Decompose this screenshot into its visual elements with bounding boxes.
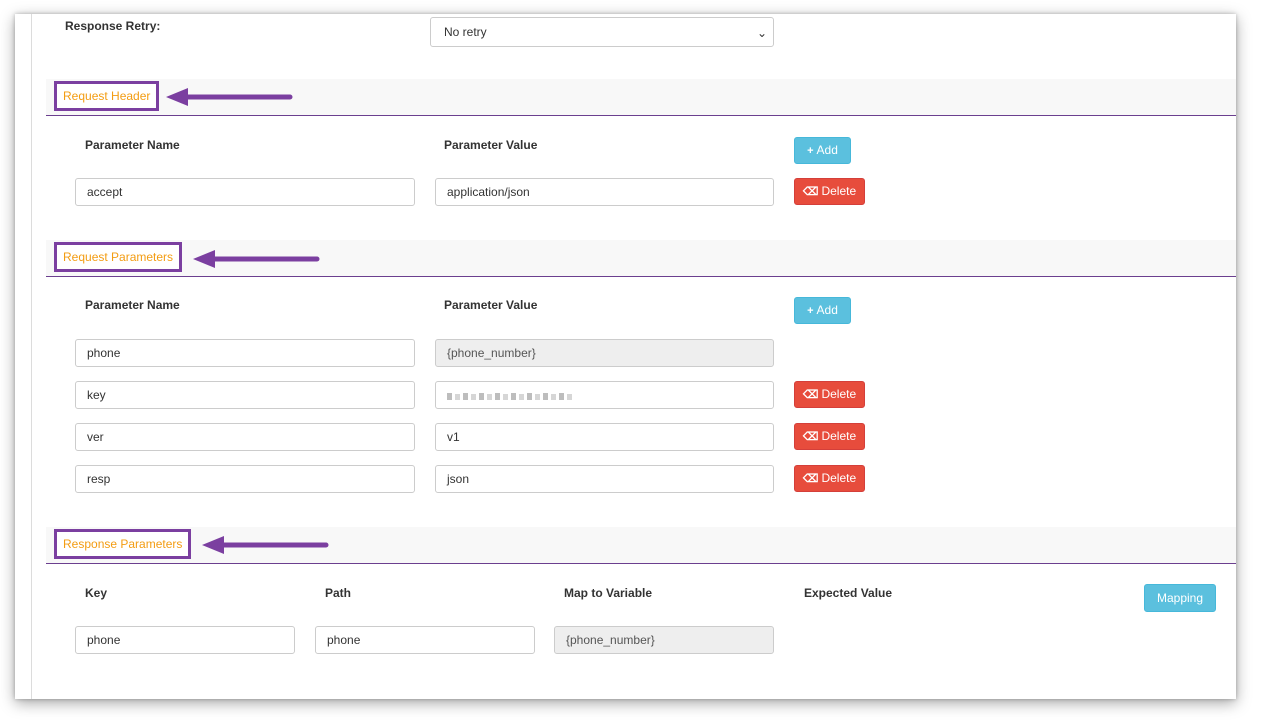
param-delete-button[interactable]: ⌫ Delete (794, 381, 865, 408)
left-border (31, 14, 32, 699)
chevron-down-icon: ⌄ (756, 26, 767, 40)
param-name-input[interactable]: ver (75, 423, 415, 451)
request-parameters-title: Request Parameters (54, 242, 183, 272)
params-col-name: Parameter Name (85, 298, 180, 312)
arrow-icon (166, 88, 293, 106)
response-parameters-title: Response Parameters (54, 529, 192, 559)
param-value-input[interactable] (435, 381, 774, 409)
param-delete-button[interactable]: ⌫ Delete (794, 465, 865, 492)
header-value-input[interactable]: application/json (435, 178, 774, 206)
response-key-input[interactable]: phone (75, 626, 295, 654)
param-name-input[interactable]: key (75, 381, 415, 409)
arrow-icon (193, 250, 320, 268)
header-col-name: Parameter Name (85, 138, 180, 152)
params-col-value: Parameter Value (444, 298, 538, 312)
param-delete-button[interactable]: ⌫ Delete (794, 423, 865, 450)
response-col-expected: Expected Value (804, 586, 893, 600)
arrow-icon (202, 536, 329, 554)
response-map-input: {phone_number} (554, 626, 774, 654)
trash-icon: ⌫ (802, 186, 819, 198)
add-label: Add (816, 303, 838, 317)
response-retry-value: No retry (444, 25, 487, 39)
request-header-title: Request Header (54, 81, 160, 111)
response-retry-label: Response Retry: (65, 19, 161, 33)
add-label: Add (816, 143, 838, 157)
trash-icon: ⌫ (802, 473, 819, 485)
mapping-button[interactable]: Mapping (1144, 584, 1216, 612)
param-value-input: {phone_number} (435, 339, 774, 367)
params-add-button[interactable]: + Add (794, 297, 851, 324)
header-add-button[interactable]: + Add (794, 137, 851, 164)
response-col-path: Path (325, 586, 352, 600)
param-name-input[interactable]: phone (75, 339, 415, 367)
plus-icon: + (807, 305, 814, 317)
delete-label: Delete (821, 471, 857, 485)
param-name-input[interactable]: resp (75, 465, 415, 493)
delete-label: Delete (821, 429, 857, 443)
form-card: Response Retry: No retry ⌄ Request Heade… (15, 14, 1236, 699)
plus-icon: + (807, 145, 814, 157)
header-name-input[interactable]: accept (75, 178, 415, 206)
param-value-input[interactable]: json (435, 465, 774, 493)
header-col-value: Parameter Value (444, 138, 538, 152)
trash-icon: ⌫ (802, 389, 819, 401)
trash-icon: ⌫ (802, 431, 819, 443)
response-retry-select[interactable]: No retry ⌄ (430, 17, 774, 47)
delete-label: Delete (821, 387, 857, 401)
response-path-input[interactable]: phone (315, 626, 535, 654)
delete-label: Delete (821, 184, 857, 198)
response-col-map: Map to Variable (564, 586, 653, 600)
header-delete-button[interactable]: ⌫ Delete (794, 178, 865, 205)
response-col-key: Key (85, 586, 108, 600)
param-value-input[interactable]: v1 (435, 423, 774, 451)
redacted-value (447, 383, 575, 408)
